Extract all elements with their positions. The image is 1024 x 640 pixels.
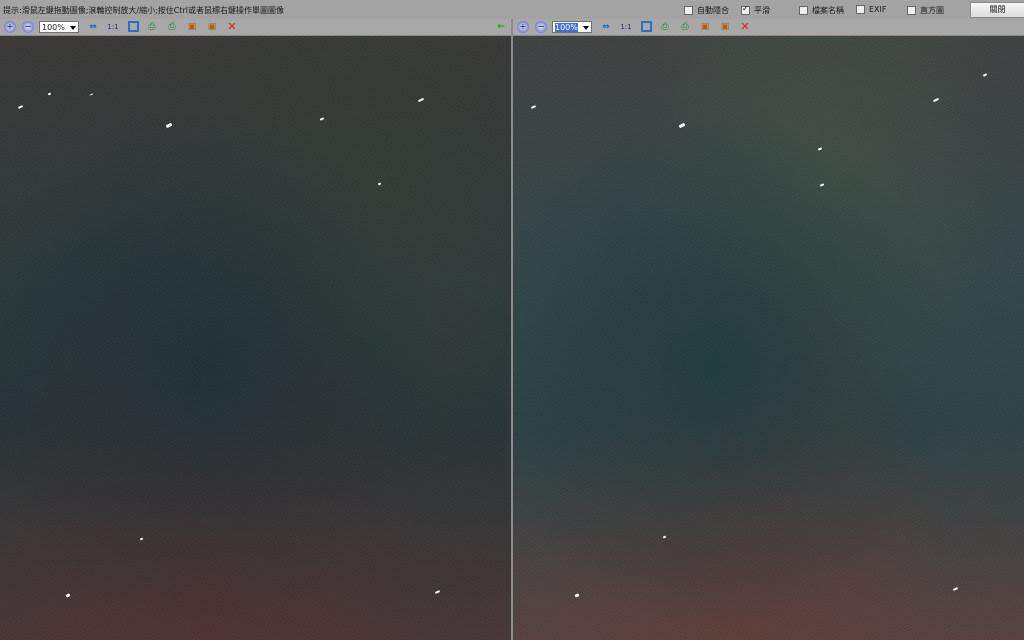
back-arrow-icon[interactable]: ←: [495, 21, 507, 33]
option-smooth[interactable]: 平滑: [741, 4, 770, 16]
option-auto-sync[interactable]: 自動隱合: [684, 5, 729, 16]
print-alt-icon[interactable]: ⎙: [679, 21, 691, 33]
zoom-out-icon[interactable]: −: [22, 21, 34, 33]
fit-icon[interactable]: ⇔: [600, 21, 612, 33]
right-toolbar: + − 100% ⇔ 1:1 ⎙ ⎙ ▣ ▣ ✕: [513, 19, 1024, 36]
close-button[interactable]: 關閉: [970, 2, 1024, 18]
print-icon[interactable]: ⎙: [659, 21, 671, 33]
option-histogram[interactable]: 直方圖: [907, 5, 944, 16]
image-icon[interactable]: ▣: [699, 21, 711, 33]
auto-sync-checkbox[interactable]: [684, 6, 693, 15]
left-zoom-select[interactable]: 100%: [39, 21, 79, 33]
zoom-in-icon[interactable]: +: [4, 21, 16, 33]
image-alt-icon[interactable]: ▣: [206, 21, 218, 33]
option-filename[interactable]: 檔案名稱: [799, 5, 844, 16]
right-zoom-select[interactable]: 100%: [552, 21, 592, 33]
actual-size-button[interactable]: 1:1: [619, 21, 633, 33]
image-alt-icon[interactable]: ▣: [719, 21, 731, 33]
delete-icon[interactable]: ✕: [739, 21, 751, 33]
zoom-out-icon[interactable]: −: [535, 21, 547, 33]
image-icon[interactable]: ▣: [186, 21, 198, 33]
usage-hint: 提示:滑鼠左鍵拖動圖像;滾輪控制放大/縮小;按住Ctrl或者鼠標右鍵操作單圖圖像: [3, 6, 285, 15]
auto-sync-label: 自動隱合: [697, 6, 729, 15]
delete-icon[interactable]: ✕: [226, 21, 238, 33]
smooth-checkbox[interactable]: [741, 4, 750, 15]
fit-box-icon[interactable]: [640, 21, 652, 33]
smooth-label: 平滑: [754, 6, 770, 15]
actual-size-button[interactable]: 1:1: [106, 21, 120, 33]
print-alt-icon[interactable]: ⎙: [166, 21, 178, 33]
left-toolbar: + − 100% ⇔ 1:1 ⎙ ⎙ ▣ ▣ ✕ ←: [0, 19, 511, 36]
right-photo[interactable]: [513, 36, 1024, 640]
histogram-label: 直方圖: [920, 6, 944, 15]
fit-icon[interactable]: ⇔: [87, 21, 99, 33]
left-image-pane: + − 100% ⇔ 1:1 ⎙ ⎙ ▣ ▣ ✕ ←: [0, 19, 511, 640]
exif-label: EXIF: [869, 5, 887, 14]
print-icon[interactable]: ⎙: [146, 21, 158, 33]
right-image-pane: + − 100% ⇔ 1:1 ⎙ ⎙ ▣ ▣ ✕: [513, 19, 1024, 640]
filename-checkbox[interactable]: [799, 6, 808, 15]
top-bar: 提示:滑鼠左鍵拖動圖像;滾輪控制放大/縮小;按住Ctrl或者鼠標右鍵操作單圖圖像…: [0, 0, 1024, 19]
fit-box-icon[interactable]: [127, 21, 139, 33]
option-exif[interactable]: EXIF: [856, 5, 887, 14]
zoom-in-icon[interactable]: +: [517, 21, 529, 33]
exif-checkbox[interactable]: [856, 5, 865, 14]
left-photo[interactable]: [0, 36, 511, 640]
histogram-checkbox[interactable]: [907, 6, 916, 15]
filename-label: 檔案名稱: [812, 6, 844, 15]
